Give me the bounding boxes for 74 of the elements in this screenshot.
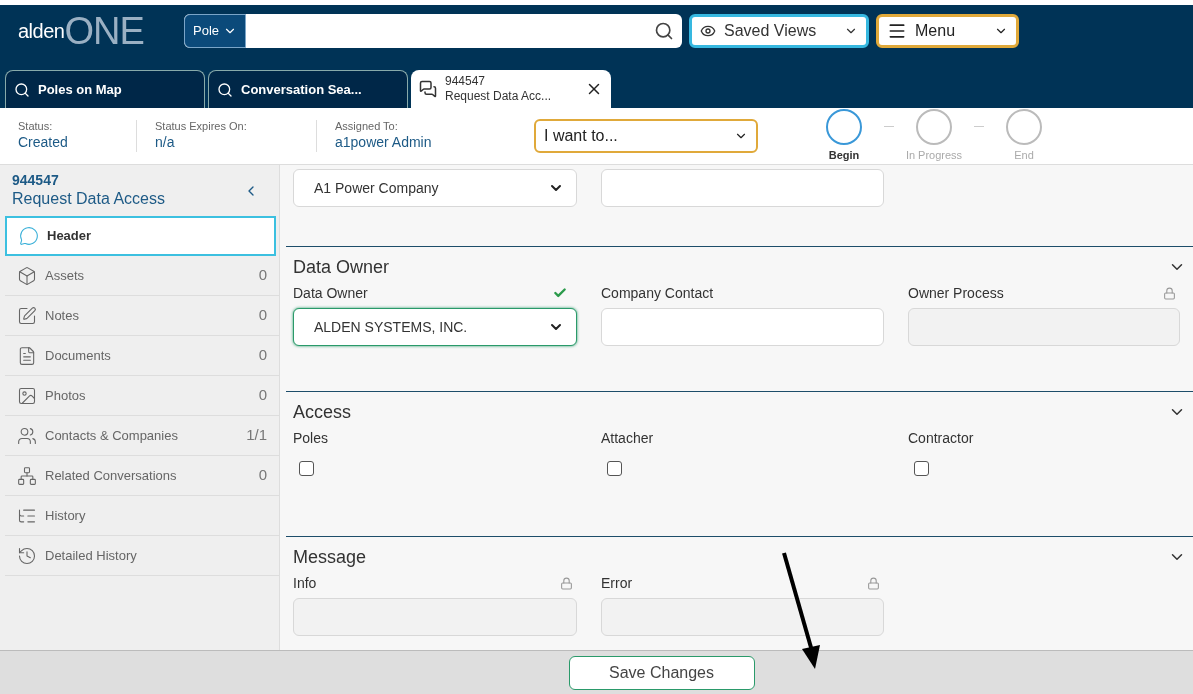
field-label: Company Contact <box>601 283 714 303</box>
field-label: Data Owner <box>293 283 368 303</box>
select-field[interactable]: ALDEN SYSTEMS, INC. <box>293 308 577 346</box>
tab[interactable]: Conversation Sea... <box>208 70 408 108</box>
scope-dropdown[interactable]: Pole <box>184 13 247 48</box>
sidebar-item[interactable]: Detailed History <box>5 536 279 576</box>
section-title: Data Owner <box>293 255 390 279</box>
status-label: Assigned To: <box>335 120 399 135</box>
action-dropdown[interactable]: I want to... <box>534 119 758 153</box>
sidebar-item[interactable]: Related Conversations 0 <box>5 456 279 496</box>
record-number: 944547 <box>12 171 60 190</box>
cube-icon <box>17 265 37 286</box>
people-icon <box>17 425 37 446</box>
item-count: 0 <box>258 385 267 406</box>
item-count: 0 <box>258 305 267 326</box>
tab[interactable]: Poles on Map <box>5 70 205 108</box>
picture-icon <box>17 385 37 406</box>
tab-number: 944547 <box>445 74 487 89</box>
item-count: 1/1 <box>246 425 267 446</box>
item-count: 0 <box>258 345 267 366</box>
tab-title: Conversation Sea... <box>241 80 363 99</box>
field-label: Attacher <box>601 429 655 448</box>
speech-bubble-icon <box>19 226 39 246</box>
sidebar-item[interactable]: Contacts & Companies 1/1 <box>5 416 279 456</box>
status-value: Created <box>18 134 69 152</box>
menu-dropdown[interactable]: Menu <box>876 13 1019 48</box>
step-label: Begin <box>828 147 860 163</box>
checkbox[interactable] <box>299 461 314 476</box>
pencil-square-icon <box>17 305 37 326</box>
logo-text: ONE <box>64 11 144 50</box>
saved-views-dropdown[interactable]: Saved Views <box>689 13 869 48</box>
branch-icon <box>17 465 37 486</box>
field-label: Poles <box>293 429 330 448</box>
sidebar-item[interactable]: Notes 0 <box>5 296 279 336</box>
sidebar-item[interactable]: Assets 0 <box>5 256 279 296</box>
record-title: Request Data Access <box>12 189 165 210</box>
lock-icon <box>867 576 880 590</box>
section-title: Message <box>293 545 367 569</box>
select-field[interactable]: A1 Power Company <box>293 169 577 207</box>
search-field[interactable]: Pole <box>184 13 682 48</box>
sidebar-item[interactable]: History <box>5 496 279 536</box>
item-count: 0 <box>258 265 267 286</box>
tab-title: Request Data Acc... <box>445 89 553 104</box>
input-field[interactable] <box>601 308 884 346</box>
checkbox[interactable] <box>914 461 929 476</box>
lock-icon <box>560 576 573 590</box>
input-field[interactable] <box>601 169 884 207</box>
lock-icon <box>1163 286 1176 300</box>
search-icon <box>14 81 30 98</box>
checkbox[interactable] <box>607 461 622 476</box>
status-value: a1power Admin <box>335 134 433 152</box>
status-value: n/a <box>155 134 176 152</box>
sidebar-item[interactable]: Documents 0 <box>5 336 279 376</box>
field-label: Contractor <box>908 429 975 448</box>
sidebar-item[interactable]: Header <box>5 216 276 256</box>
step-label: In Progress <box>905 147 963 163</box>
save-changes-button[interactable]: Save Changes <box>568 655 755 690</box>
step-label: End <box>1014 147 1034 163</box>
status-label: Status Expires On: <box>155 120 248 135</box>
status-label: Status: <box>18 120 54 135</box>
tab[interactable]: 944547 Request Data Acc... <box>411 70 611 108</box>
tab-title: Poles on Map <box>38 80 123 99</box>
document-icon <box>17 345 37 366</box>
logo-text: alden <box>18 19 65 42</box>
item-count: 0 <box>258 465 267 486</box>
search-icon[interactable] <box>654 20 674 41</box>
check-icon <box>553 286 567 300</box>
conversation-icon <box>419 80 437 98</box>
field-label: Error <box>601 573 633 593</box>
field-label: Info <box>293 573 317 593</box>
field-label: Owner Process <box>908 283 1004 303</box>
sidebar-item[interactable]: Photos 0 <box>5 376 279 416</box>
section-title: Access <box>293 400 352 424</box>
search-icon <box>217 81 233 98</box>
